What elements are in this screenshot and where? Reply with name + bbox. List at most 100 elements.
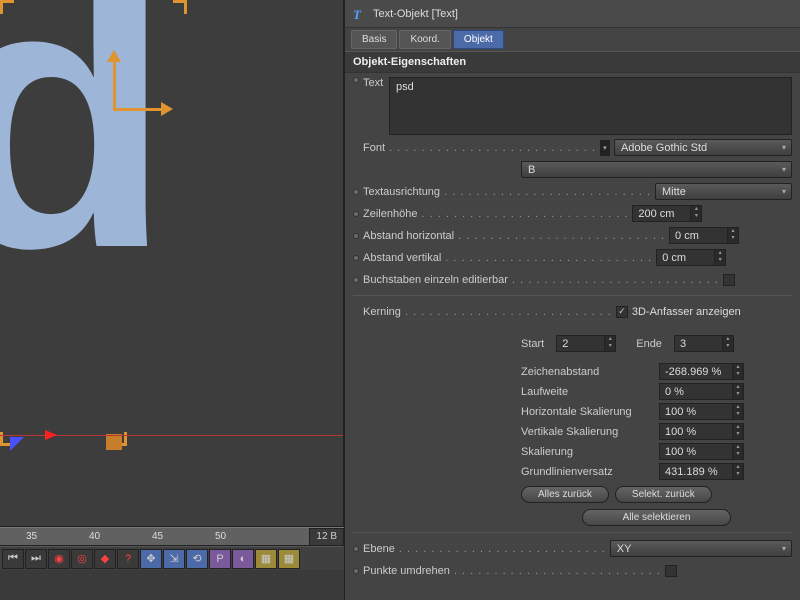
start-label: Start (521, 338, 544, 350)
baseline-field[interactable]: 431.189 % (659, 463, 744, 480)
attributes-panel: T Text-Objekt [Text] Basis Koord. Objekt… (344, 0, 800, 600)
scale-key-button[interactable]: ⇲ (163, 549, 185, 569)
axis-x-arrow (45, 430, 57, 440)
tab-koord[interactable]: Koord. (399, 30, 450, 49)
font-weight-dropdown[interactable]: B (521, 161, 792, 178)
options-button[interactable]: ▦ (255, 549, 277, 569)
bullet-icon (353, 277, 359, 283)
lineheight-label: Zeilenhöhe (363, 208, 628, 220)
kerning-label: Kerning (363, 306, 612, 318)
scale-label: Skalierung (521, 446, 651, 458)
align-label: Textausrichtung (363, 186, 651, 198)
divider (353, 532, 792, 533)
position-key-button[interactable]: ✥ (140, 549, 162, 569)
reset-selection-button[interactable]: Selekt. zurück (615, 486, 712, 503)
bullet-icon (353, 255, 359, 261)
frame-count-badge[interactable]: 12 B (309, 528, 344, 546)
tab-basis[interactable]: Basis (351, 30, 397, 49)
vspace-label: Abstand vertikal (363, 252, 652, 264)
divider (353, 295, 792, 296)
viewport: d 35 40 45 50 12 B ⏮ ⏭ ◉ ◎ ◆ ? ✥ (0, 0, 344, 600)
end-field[interactable]: 3 (674, 335, 734, 352)
param-key-button[interactable]: P (209, 549, 231, 569)
vscale-field[interactable]: 100 % (659, 423, 744, 440)
align-dropdown[interactable]: Mitte (655, 183, 792, 200)
end-label: Ende (636, 338, 662, 350)
font-picker-icon[interactable]: ▾ (600, 140, 610, 156)
select-all-button[interactable]: Alle selektieren (582, 509, 732, 526)
perchar-checkbox[interactable] (723, 274, 735, 286)
font-dropdown[interactable]: Adobe Gothic Std (614, 139, 792, 156)
hspace-field[interactable]: 0 cm (669, 227, 739, 244)
hspace-label: Abstand horizontal (363, 230, 665, 242)
properties-list: Text psd Font ▾ Adobe Gothic Std B Texta… (345, 73, 800, 584)
spinner-icon[interactable] (732, 444, 743, 459)
charspace-field[interactable]: -268.969 % (659, 363, 744, 380)
baseline-label: Grundlinienversatz (521, 466, 651, 478)
plane-label: Ebene (363, 543, 606, 555)
plane-dropdown[interactable]: XY (610, 540, 792, 557)
spinner-icon[interactable] (732, 364, 743, 379)
spinner-icon[interactable] (714, 250, 725, 265)
tracking-label: Laufweite (521, 386, 651, 398)
handle-top-right[interactable] (173, 0, 187, 14)
bullet-icon (353, 546, 359, 552)
show3d-checkbox[interactable]: ✓ (616, 306, 628, 318)
goto-start-button[interactable]: ⏮ (2, 549, 24, 569)
options2-button[interactable]: ▦ (278, 549, 300, 569)
scale-field[interactable]: 100 % (659, 443, 744, 460)
vspace-field[interactable]: 0 cm (656, 249, 726, 266)
axis-origin-handle[interactable] (106, 434, 122, 450)
reverse-label: Punkte umdrehen (363, 565, 661, 577)
axis-x-handle[interactable] (113, 108, 163, 111)
hscale-label: Horizontale Skalierung (521, 406, 651, 418)
spinner-icon[interactable] (732, 424, 743, 439)
reverse-checkbox[interactable] (665, 565, 677, 577)
spinner-icon[interactable] (732, 384, 743, 399)
tab-objekt[interactable]: Objekt (453, 30, 504, 49)
spinner-icon[interactable] (732, 464, 743, 479)
section-header: Objekt-Eigenschaften (345, 51, 800, 73)
spinner-icon[interactable] (722, 336, 733, 351)
text-input[interactable]: psd (389, 77, 792, 135)
spinner-icon[interactable] (732, 404, 743, 419)
record-button[interactable]: ◉ (48, 549, 70, 569)
perchar-label: Buchstaben einzeln editierbar (363, 274, 719, 286)
goto-end-button[interactable]: ⏭ (25, 549, 47, 569)
keyframe-button[interactable]: ◆ (94, 549, 116, 569)
ruler-tick: 45 (152, 531, 163, 542)
ruler-tick: 35 (26, 531, 37, 542)
bullet-icon (353, 189, 359, 195)
axis-y-handle[interactable] (113, 60, 116, 110)
help-button[interactable]: ? (117, 549, 139, 569)
show3d-label: 3D-Anfasser anzeigen (632, 306, 741, 318)
hscale-field[interactable]: 100 % (659, 403, 744, 420)
pla-key-button[interactable]: ◐ (232, 549, 254, 569)
canvas-3d[interactable]: d (0, 0, 344, 527)
timeline-toolbar: ⏮ ⏭ ◉ ◎ ◆ ? ✥ ⇲ ⟲ P ◐ ▦ ▦ (0, 546, 344, 570)
ruler-tick: 50 (215, 531, 226, 542)
text-label: Text (363, 77, 385, 89)
panel-header: T Text-Objekt [Text] (345, 0, 800, 28)
vscale-label: Vertikale Skalierung (521, 426, 651, 438)
lineheight-field[interactable]: 200 cm (632, 205, 702, 222)
text-object-icon: T (353, 7, 367, 21)
spinner-icon[interactable] (727, 228, 738, 243)
timeline-ruler[interactable]: 35 40 45 50 12 B (0, 527, 344, 546)
autokey-button[interactable]: ◎ (71, 549, 93, 569)
bullet-icon (353, 233, 359, 239)
rotation-key-button[interactable]: ⟲ (186, 549, 208, 569)
bullet-icon (353, 211, 359, 217)
font-label: Font (363, 142, 596, 154)
reset-all-button[interactable]: Alles zurück (521, 486, 609, 503)
charspace-label: Zeichenabstand (521, 366, 651, 378)
text-glyph[interactable]: d (0, 0, 172, 305)
spinner-icon[interactable] (690, 206, 701, 221)
start-field[interactable]: 2 (556, 335, 616, 352)
spinner-icon[interactable] (604, 336, 615, 351)
tab-bar: Basis Koord. Objekt (345, 28, 800, 51)
tracking-field[interactable]: 0 % (659, 383, 744, 400)
handle-top-left[interactable] (0, 0, 14, 14)
panel-title: Text-Objekt [Text] (373, 8, 458, 20)
ruler-tick: 40 (89, 531, 100, 542)
